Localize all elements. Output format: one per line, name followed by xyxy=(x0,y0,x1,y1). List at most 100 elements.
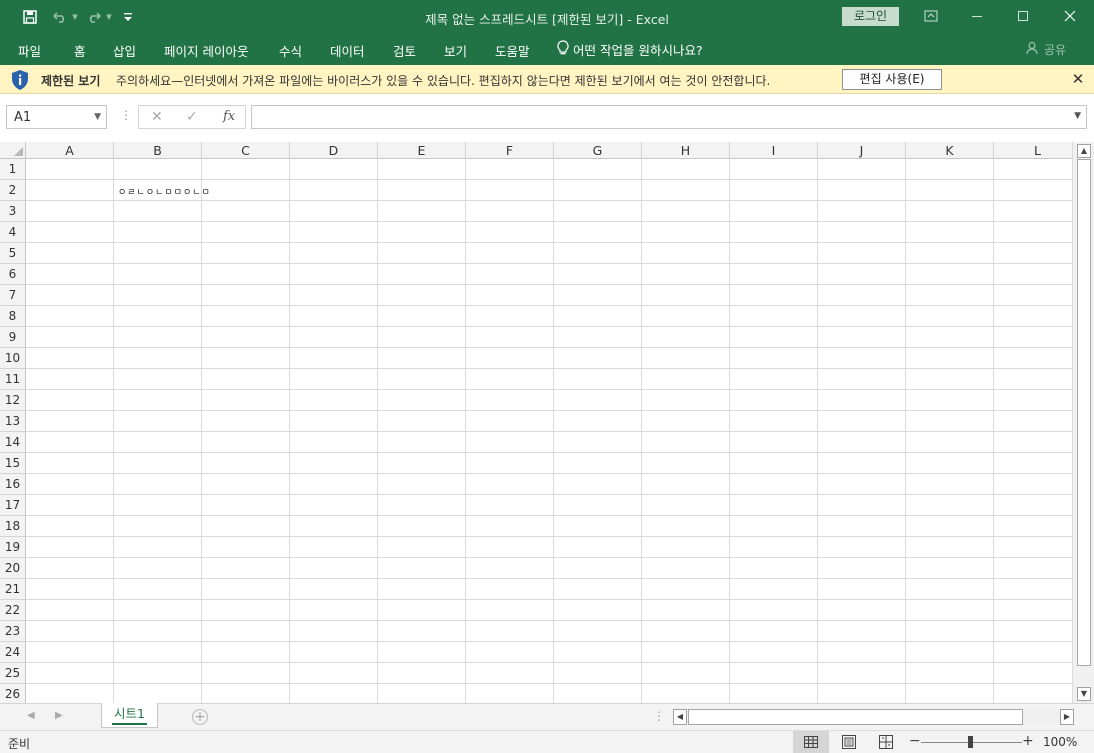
row-header[interactable]: 7 xyxy=(0,285,26,306)
horizontal-scroll-thumb[interactable] xyxy=(688,709,1023,725)
menu-home[interactable]: 홈 xyxy=(74,41,86,60)
enter-icon[interactable]: ✓ xyxy=(186,109,198,125)
cell-b2[interactable]: ㅇㄹㄴㅇㄴㅁㅁㅇㄴㅁ xyxy=(118,185,211,198)
row-header[interactable]: 17 xyxy=(0,495,26,516)
zoom-in-icon[interactable]: + xyxy=(1022,733,1034,749)
worksheet-grid[interactable]: ABCDEFGHIJKL 1 2 3 4 5 6 7 8 9 10 11 12 13 14 15 16 17 18… xyxy=(0,142,1072,703)
page-break-preview-icon[interactable] xyxy=(878,734,894,750)
insert-function-icon[interactable]: fx xyxy=(223,109,235,124)
column-header[interactable]: J xyxy=(818,142,906,159)
vertical-scroll-thumb[interactable] xyxy=(1077,159,1091,666)
formula-input[interactable]: ▼ xyxy=(251,105,1087,129)
row-header[interactable]: 13 xyxy=(0,411,26,432)
undo-icon[interactable] xyxy=(52,8,68,26)
row-header[interactable]: 6 xyxy=(0,264,26,285)
row-header[interactable]: 23 xyxy=(0,621,26,642)
ribbon-display-options-icon[interactable] xyxy=(919,6,943,26)
row-header[interactable]: 26 xyxy=(0,684,26,703)
column-header[interactable]: A xyxy=(26,142,114,159)
redo-icon[interactable] xyxy=(86,8,102,26)
row-header[interactable]: 18 xyxy=(0,516,26,537)
tell-me-search[interactable]: 어떤 작업을 원하시나요? xyxy=(557,40,703,59)
row-header[interactable]: 2 xyxy=(0,180,26,201)
column-header[interactable]: E xyxy=(378,142,466,159)
column-header[interactable]: K xyxy=(906,142,994,159)
row-header[interactable]: 11 xyxy=(0,369,26,390)
vertical-scrollbar[interactable]: ▲ ▼ xyxy=(1072,142,1094,703)
cancel-icon[interactable]: ✕ xyxy=(151,109,163,125)
menu-insert[interactable]: 삽입 xyxy=(113,41,136,60)
scroll-right-icon[interactable]: ▶ xyxy=(1060,709,1074,725)
enable-editing-button[interactable]: 편집 사용(E) xyxy=(842,69,942,90)
menu-formulas[interactable]: 수식 xyxy=(279,41,302,60)
scroll-left-icon[interactable]: ◀ xyxy=(673,709,687,725)
name-box[interactable]: A1 ▼ xyxy=(6,105,107,129)
row-header[interactable]: 1 xyxy=(0,159,26,180)
zoom-level[interactable]: 100% xyxy=(1043,735,1077,749)
close-window-icon[interactable] xyxy=(1058,6,1082,26)
menu-view[interactable]: 보기 xyxy=(444,41,467,60)
row-header[interactable]: 16 xyxy=(0,474,26,495)
prev-sheet-icon[interactable]: ◀ xyxy=(27,710,35,721)
row-header[interactable]: 8 xyxy=(0,306,26,327)
redo-dropdown-icon[interactable]: ▼ xyxy=(104,8,114,26)
share-button[interactable]: 공유 xyxy=(1026,41,1066,58)
scroll-down-icon[interactable]: ▼ xyxy=(1077,687,1091,701)
horizontal-scrollbar[interactable]: ◀ ▶ xyxy=(673,709,1074,725)
page-layout-view-icon[interactable] xyxy=(841,734,857,750)
maximize-icon[interactable] xyxy=(1011,6,1035,26)
drag-handle-icon[interactable]: ⋮ xyxy=(120,108,132,122)
close-icon[interactable]: ✕ xyxy=(1070,71,1086,87)
row-header[interactable]: 24 xyxy=(0,642,26,663)
column-header[interactable]: D xyxy=(290,142,378,159)
login-button[interactable]: 로그인 xyxy=(842,7,899,26)
normal-view-button[interactable] xyxy=(793,731,829,753)
row-header[interactable]: 5 xyxy=(0,243,26,264)
column-header[interactable]: F xyxy=(466,142,554,159)
minimize-icon[interactable] xyxy=(965,6,989,26)
row-header[interactable]: 4 xyxy=(0,222,26,243)
sheet-tab-bar: ◀ ▶ 시트1 + ⋮ ◀ ▶ xyxy=(0,703,1094,730)
status-ready: 준비 xyxy=(8,737,31,751)
save-icon[interactable] xyxy=(20,8,40,26)
person-icon xyxy=(1026,41,1040,58)
column-header[interactable]: C xyxy=(202,142,290,159)
row-header[interactable]: 12 xyxy=(0,390,26,411)
sheet-tab-label: 시트1 xyxy=(114,706,145,721)
row-header[interactable]: 25 xyxy=(0,663,26,684)
zoom-slider-thumb[interactable] xyxy=(968,736,973,748)
row-header[interactable]: 10 xyxy=(0,348,26,369)
next-sheet-icon[interactable]: ▶ xyxy=(55,710,63,721)
column-header[interactable]: H xyxy=(642,142,730,159)
select-all-button[interactable] xyxy=(0,142,26,159)
column-header[interactable]: I xyxy=(730,142,818,159)
add-sheet-button[interactable]: + xyxy=(192,709,208,725)
menu-help[interactable]: 도움말 xyxy=(495,41,530,60)
chevron-down-icon[interactable]: ▼ xyxy=(94,112,101,122)
menu-page-layout[interactable]: 페이지 레이아웃 xyxy=(164,41,248,60)
normal-view-icon xyxy=(803,734,819,750)
column-header[interactable]: L xyxy=(994,142,1072,159)
row-header[interactable]: 3 xyxy=(0,201,26,222)
protected-view-message: 주의하세요—인터넷에서 가져온 파일에는 바이러스가 있을 수 있습니다. 편집… xyxy=(116,74,771,88)
column-header[interactable]: B xyxy=(114,142,202,159)
menu-data[interactable]: 데이터 xyxy=(330,41,365,60)
menu-file[interactable]: 파일 xyxy=(18,41,41,60)
row-header[interactable]: 21 xyxy=(0,579,26,600)
zoom-out-icon[interactable]: − xyxy=(909,733,921,749)
menu-review[interactable]: 검토 xyxy=(393,41,416,60)
row-header[interactable]: 14 xyxy=(0,432,26,453)
cell-area[interactable] xyxy=(26,159,1072,703)
undo-dropdown-icon[interactable]: ▼ xyxy=(70,8,80,26)
scroll-up-icon[interactable]: ▲ xyxy=(1077,144,1091,158)
row-header[interactable]: 20 xyxy=(0,558,26,579)
tab-split-handle-icon[interactable]: ⋮ xyxy=(653,709,665,723)
row-header[interactable]: 15 xyxy=(0,453,26,474)
expand-formula-bar-icon[interactable]: ▼ xyxy=(1074,111,1081,121)
customize-toolbar-icon[interactable] xyxy=(122,8,134,26)
row-header[interactable]: 19 xyxy=(0,537,26,558)
sheet-tab[interactable]: 시트1 xyxy=(101,703,158,728)
row-header[interactable]: 9 xyxy=(0,327,26,348)
row-header[interactable]: 22 xyxy=(0,600,26,621)
column-header[interactable]: G xyxy=(554,142,642,159)
